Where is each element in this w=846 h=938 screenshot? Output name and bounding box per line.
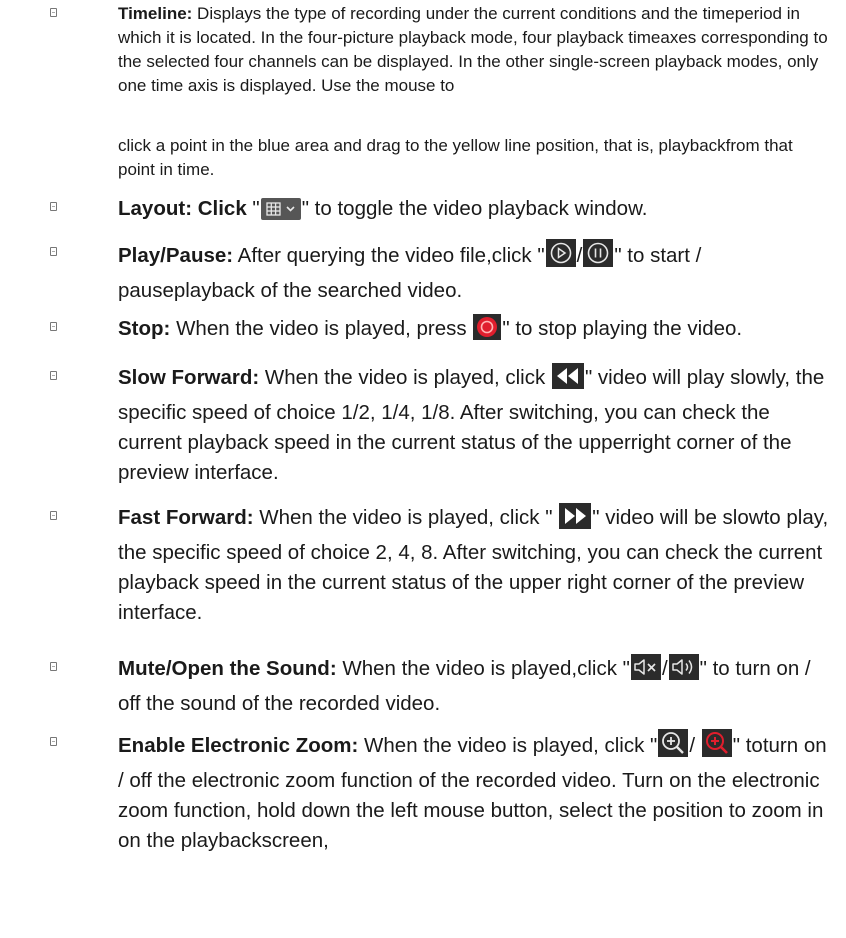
playpause-separator: / xyxy=(576,244,583,267)
play-icon[interactable] xyxy=(545,239,576,276)
stop-paragraph: Stop: When the video is played, press " … xyxy=(118,314,838,349)
bullet-marker xyxy=(50,662,57,671)
slow-forward-text-before: When the video is played, click xyxy=(259,366,551,389)
playpause-term: Play/Pause: xyxy=(118,244,234,267)
bullet-marker xyxy=(50,511,57,520)
zoom-active-icon[interactable] xyxy=(701,729,732,766)
bullet-marker xyxy=(50,247,57,256)
timeline-paragraph: Timeline: Displays the type of recording… xyxy=(118,2,834,98)
slow-forward-term: Slow Forward: xyxy=(118,366,260,389)
timeline-term: Timeline: xyxy=(118,4,193,23)
bullet-marker xyxy=(50,737,57,746)
playpause-text-before: After querying the video file,click " xyxy=(233,244,545,267)
stop-text-before: When the video is played, press xyxy=(170,317,473,340)
zoom-paragraph: Enable Electronic Zoom: When the video i… xyxy=(118,729,838,856)
sound-on-icon[interactable] xyxy=(668,654,699,689)
layout-paragraph: Layout: Click " " to toggle the video pla… xyxy=(118,194,838,229)
bullet-marker xyxy=(50,202,57,211)
slow-forward-paragraph: Slow Forward: When the video is played, … xyxy=(118,363,838,488)
stop-icon[interactable] xyxy=(473,314,502,349)
zoom-text-before: When the video is played, click " xyxy=(358,734,658,757)
pause-icon[interactable] xyxy=(583,239,614,276)
fast-forward-paragraph: Fast Forward: When the video is played, … xyxy=(118,503,838,628)
sound-term: Mute/Open the Sound: xyxy=(118,657,337,680)
fast-forward-text-before: When the video is played, click " xyxy=(253,506,559,529)
layout-text-before: " xyxy=(246,197,260,220)
mute-icon[interactable] xyxy=(630,654,661,689)
layout-term: Layout: Click xyxy=(118,197,247,220)
bullet-marker xyxy=(50,371,57,380)
timeline-text: Displays the type of recording under the… xyxy=(118,4,828,95)
bullet-marker xyxy=(50,8,57,17)
playpause-paragraph: Play/Pause: After querying the video fil… xyxy=(118,239,838,306)
timeline-continuation: click a point in the blue area and drag … xyxy=(118,134,834,182)
fast-forward-icon[interactable] xyxy=(559,503,592,538)
sound-text-before: When the video is played,click " xyxy=(336,657,630,680)
zoom-separator: / xyxy=(689,734,701,757)
stop-text-after: " to stop playing the video. xyxy=(502,317,743,340)
timeline-continuation-text: click a point in the blue area and drag … xyxy=(118,136,793,179)
zoom-in-icon[interactable] xyxy=(658,729,689,766)
sound-paragraph: Mute/Open the Sound: When the video is p… xyxy=(118,654,838,719)
layout-text-after: " to toggle the video playback window. xyxy=(301,197,648,220)
stop-term: Stop: xyxy=(118,317,171,340)
fast-forward-term: Fast Forward: xyxy=(118,506,254,529)
slow-forward-icon[interactable] xyxy=(551,363,584,398)
bullet-marker xyxy=(50,322,57,331)
layout-grid-icon[interactable] xyxy=(260,198,301,229)
sound-separator: / xyxy=(661,657,668,680)
zoom-term: Enable Electronic Zoom: xyxy=(118,734,359,757)
